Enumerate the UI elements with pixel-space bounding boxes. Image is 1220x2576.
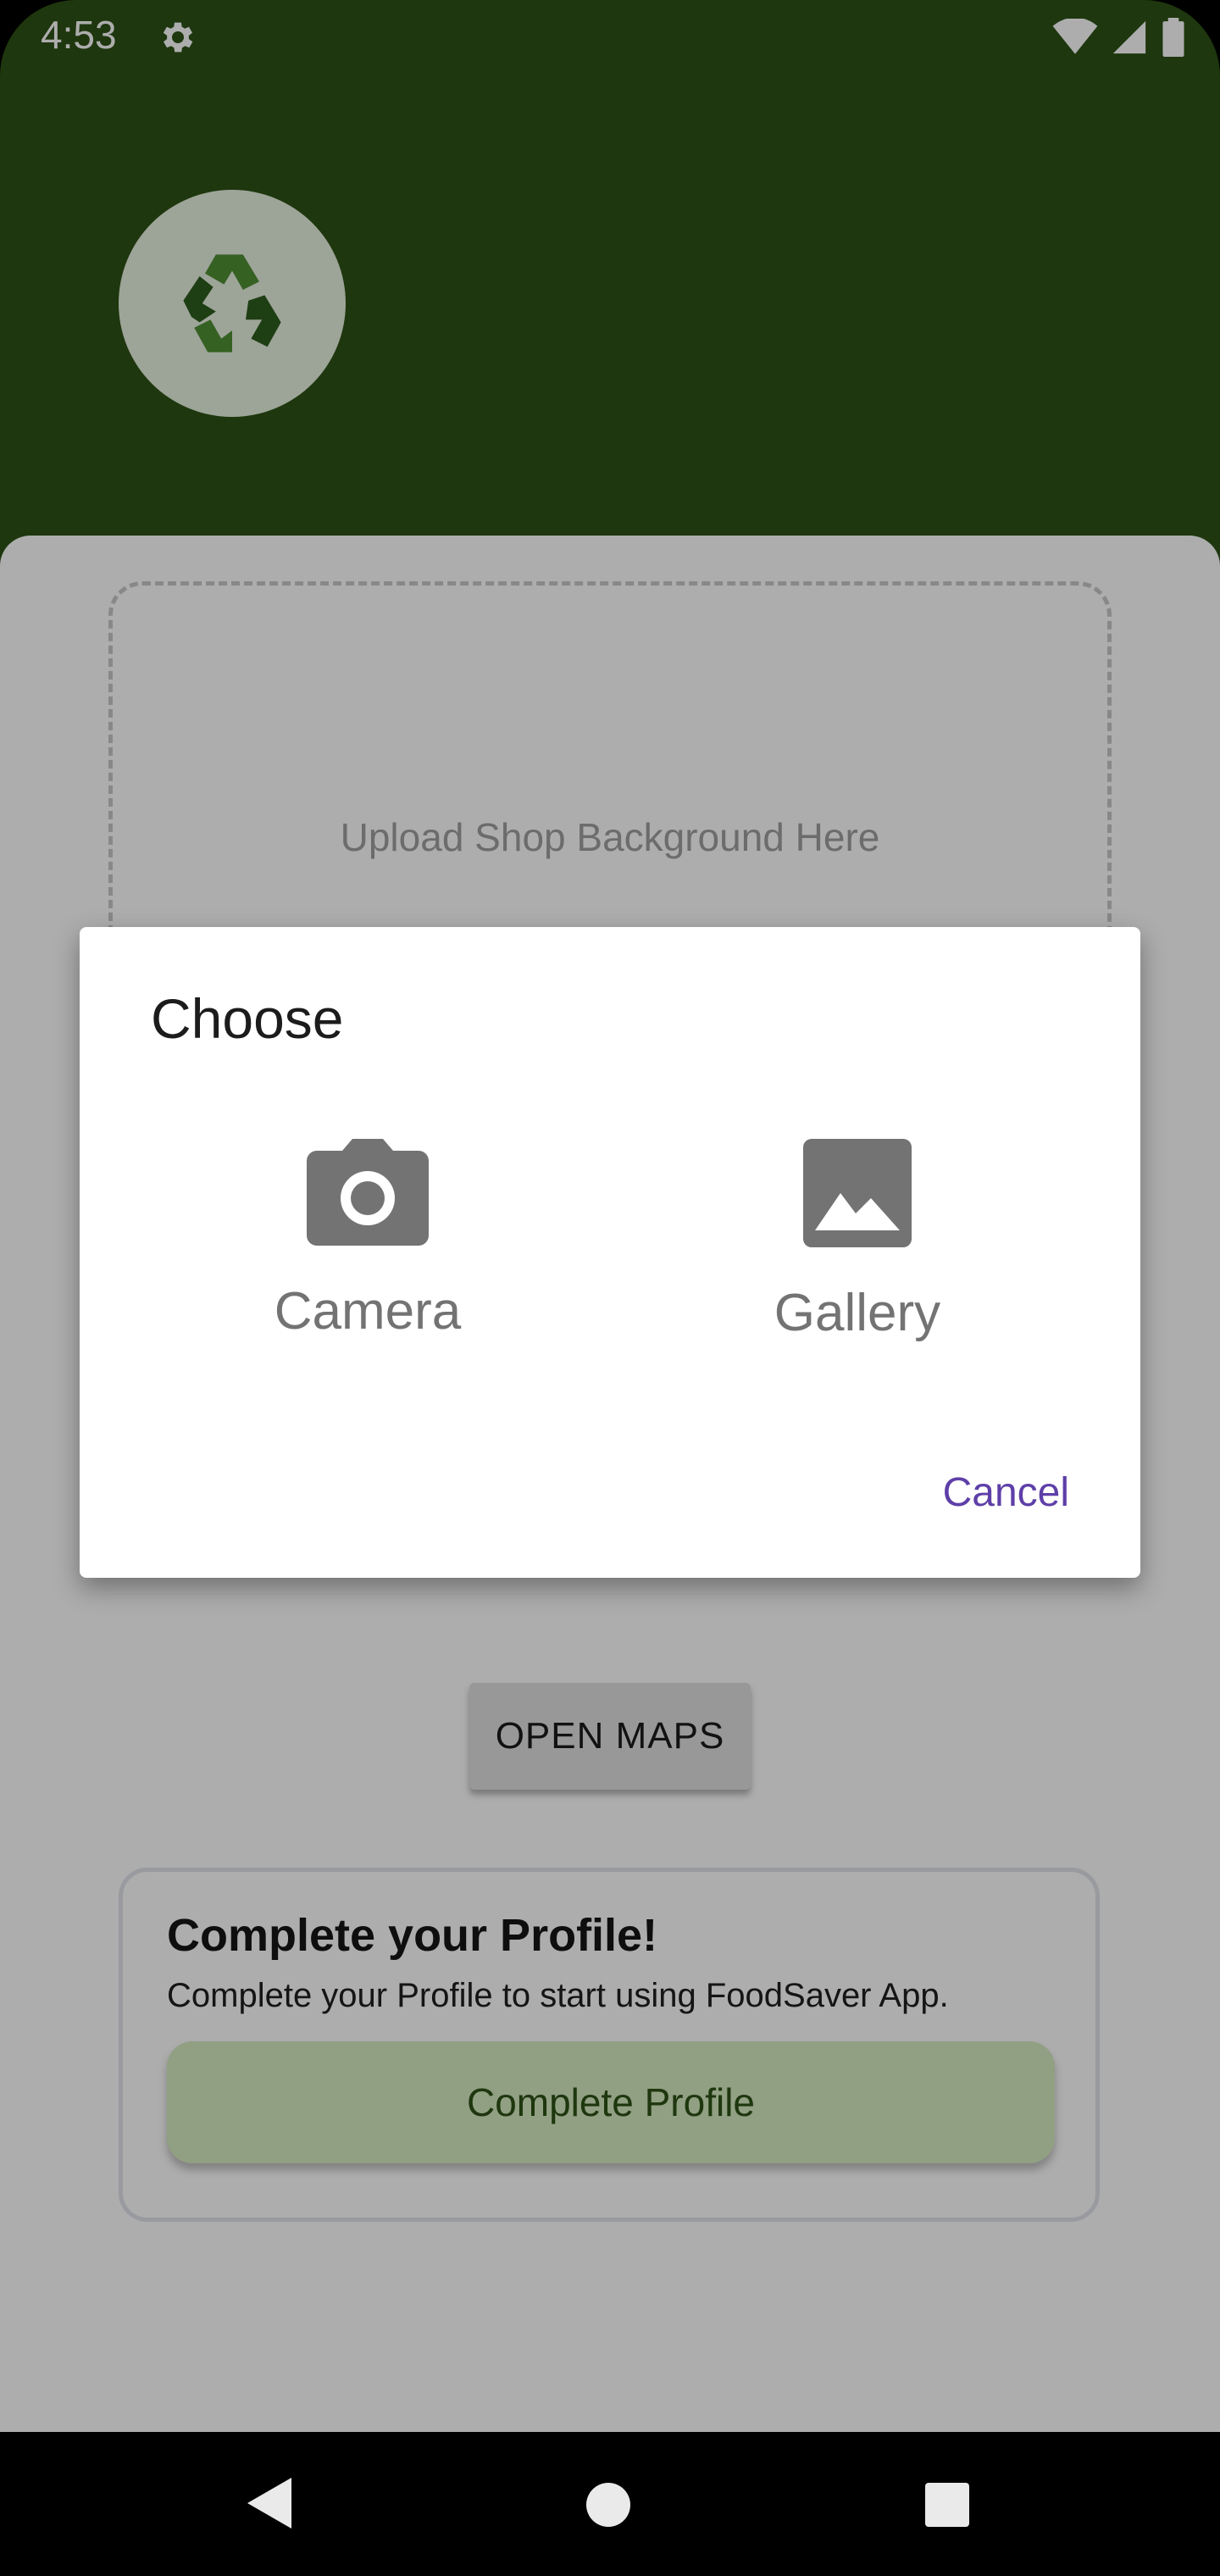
system-navigation-bar (0, 2432, 1220, 2576)
phone-screen: 4:53 Upload Shop Background Here OPEN MA… (0, 0, 1220, 2576)
gallery-option[interactable]: Gallery (705, 1139, 1010, 1393)
gallery-option-label: Gallery (774, 1284, 941, 1342)
recents-icon[interactable] (925, 2483, 969, 2527)
cancel-button[interactable]: Cancel (943, 1469, 1069, 1516)
home-icon[interactable] (586, 2483, 630, 2527)
camera-option-label: Camera (274, 1282, 462, 1341)
image-icon (803, 1139, 912, 1247)
dialog-title: Choose (151, 987, 344, 1050)
camera-icon (307, 1139, 429, 1246)
camera-option[interactable]: Camera (215, 1139, 520, 1393)
choose-source-dialog: Choose Camera Gallery Cancel (80, 927, 1140, 1578)
back-icon[interactable] (246, 2476, 293, 2530)
